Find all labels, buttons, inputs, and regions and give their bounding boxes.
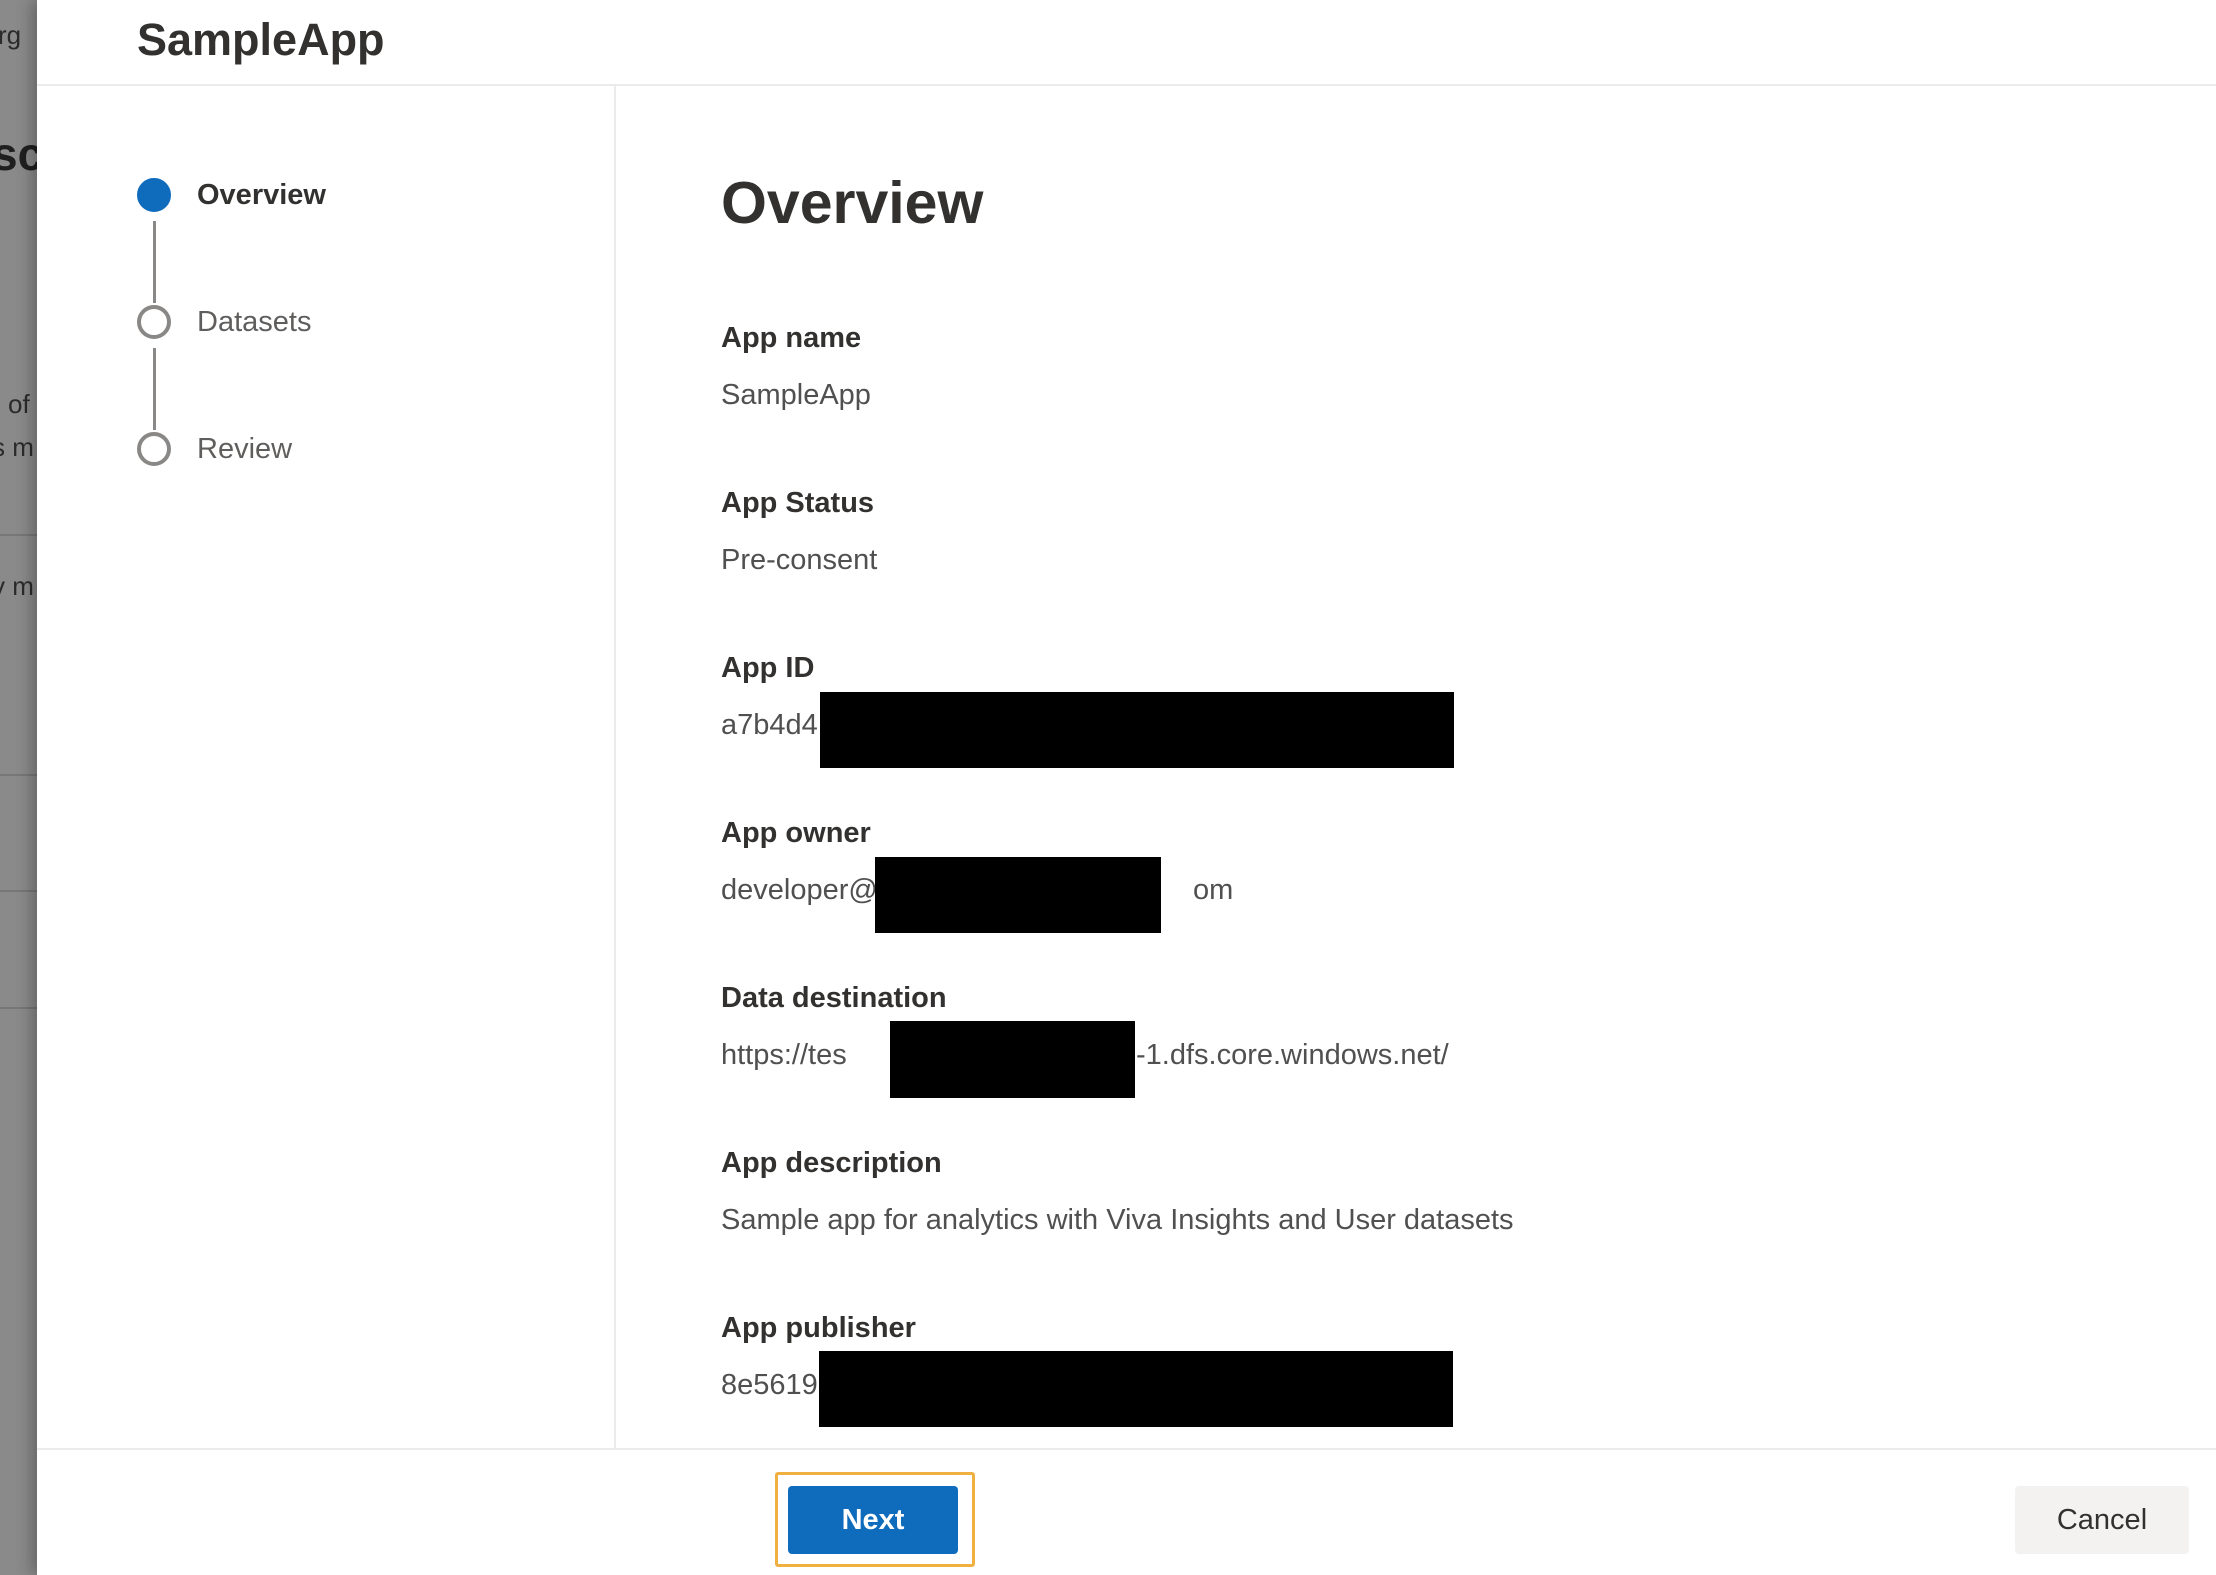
field-value-app-owner: developer@ [721,874,878,906]
cancel-button[interactable]: Cancel [2015,1486,2189,1554]
panel-title: SampleApp [137,14,385,65]
field-label-data-destination: Data destination [721,982,947,1014]
app-details-panel: SampleApp Overview Datasets Review Overv… [37,0,2216,1575]
background-text: v m [0,571,34,601]
next-button[interactable]: Next [788,1486,958,1554]
field-label-app-id: App ID [721,652,815,684]
step-label: Review [197,432,293,465]
step-label: Datasets [197,305,312,338]
step-overview[interactable]: Overview [137,178,326,212]
step-current-icon [137,178,171,212]
background-page: rg sc of s m v m [0,0,37,1575]
redaction-block [890,1021,1135,1098]
step-review[interactable]: Review [137,432,292,466]
field-value-app-name: SampleApp [721,379,871,411]
redaction-block [819,1351,1453,1427]
field-value-app-publisher: 8e5619 [721,1369,818,1401]
field-label-app-publisher: App publisher [721,1312,916,1344]
step-connector [153,221,156,303]
field-label-app-description: App description [721,1147,942,1179]
step-label: Overview [197,178,326,211]
field-value-app-id: a7b4d4 [721,709,818,741]
background-heading: sc [0,128,37,180]
step-pending-icon [137,432,171,466]
panel-header: SampleApp [37,0,2216,86]
field-value-app-owner-suffix: om [1193,874,1234,906]
step-pending-icon [137,305,171,339]
background-divider [0,774,37,776]
overview-content: Overview App name SampleApp App Status P… [616,86,2216,1448]
field-label-app-status: App Status [721,487,875,519]
field-label-app-name: App name [721,322,862,354]
panel-footer: Next Cancel [37,1448,2216,1575]
field-value-app-description: Sample app for analytics with Viva Insig… [721,1204,1514,1236]
redaction-block [875,857,1161,933]
redaction-block [820,692,1454,768]
background-divider [0,890,37,892]
field-value-data-destination-suffix: -1.dfs.core.windows.net/ [1136,1039,1449,1071]
field-label-app-owner: App owner [721,817,871,849]
background-divider [0,1007,37,1009]
background-text: of [8,389,30,419]
section-title: Overview [721,170,984,236]
background-text: rg [0,20,22,50]
step-datasets[interactable]: Datasets [137,305,311,339]
step-connector [153,348,156,430]
background-text: s m [0,432,34,462]
background-divider [0,534,37,536]
field-value-app-status: Pre-consent [721,544,878,576]
wizard-steps: Overview Datasets Review [37,86,616,1448]
field-value-data-destination: https://tes [721,1039,847,1071]
